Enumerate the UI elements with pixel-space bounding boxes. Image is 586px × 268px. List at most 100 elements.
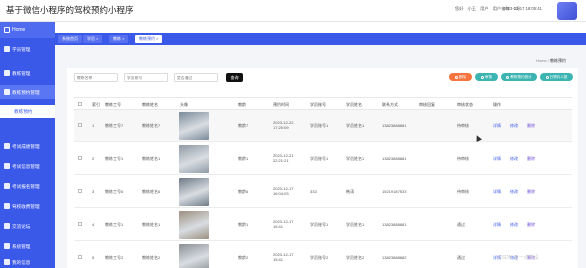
audit-icon: [480, 75, 484, 79]
tab-coach[interactable]: 教练 ×: [109, 35, 129, 43]
row-time: 2023-12-21 22:21:21: [273, 153, 294, 163]
row-coach-name: 教练姓名7: [142, 123, 161, 128]
chart-icon: [506, 75, 510, 79]
top-bar: 基于微信小程序的驾校预约小程序 您好 小王 用户 用户名称 2号 2023-12…: [0, 0, 586, 22]
col-index: 索引: [92, 102, 100, 107]
row-checkbox[interactable]: [78, 222, 82, 226]
row-student-name: 学员姓名1: [346, 222, 365, 227]
sidebar-item-label: 考试报名管理: [12, 183, 40, 189]
booking-stats-button[interactable]: 教练预约统计: [501, 73, 537, 81]
sidebar-item-label: 考试信息管理: [12, 163, 40, 169]
coach-photo[interactable]: [179, 211, 209, 239]
watermark: CSDN @一点毕设: [498, 255, 539, 261]
row-delete-link[interactable]: 删除: [527, 123, 535, 129]
datetime: 2023-12-17 16:05:41: [503, 6, 542, 11]
sidebar-subitem-coach-booking[interactable]: 教练预约: [0, 105, 55, 118]
row-years: 教龄1: [238, 222, 249, 227]
row-edit-link[interactable]: 修改: [510, 222, 518, 228]
list-panel: 查询 删除 审核 教练预约统计 日预约人数 索引 教练工号 教练姓名 头像 教龄…: [67, 68, 578, 268]
sidebar-item-coach-booking[interactable]: 教练预约管理: [0, 85, 55, 99]
daily-count-button-label: 日预约人数: [549, 75, 568, 79]
row-detail-link[interactable]: 详情: [493, 222, 501, 228]
row-student-id: 学员账号1: [310, 222, 329, 227]
tab-home[interactable]: 系统首页: [58, 35, 82, 43]
col-phone: 联系方式: [382, 102, 398, 107]
delete-button[interactable]: 删除: [449, 73, 472, 81]
tab-student[interactable]: 学员 ×: [83, 35, 103, 43]
grid-icon: [4, 89, 10, 95]
row-detail-link[interactable]: 详情: [493, 189, 501, 195]
sidebar-item-student[interactable]: 学员管理: [0, 42, 55, 56]
sidebar: Home 学员管理 教练管理 教练预约管理 教练预约 考试成绩管理 考试信息管理…: [0, 22, 55, 268]
main-content: Home / 教练预约 查询 删除 审核 教练预约统计 日预约人数 索引 教练工…: [55, 45, 586, 268]
coach-photo[interactable]: [179, 112, 209, 140]
tab-coach-booking[interactable]: 教练预约 ×: [135, 35, 163, 43]
row-checkbox[interactable]: [78, 123, 82, 127]
row-delete-link[interactable]: 删除: [527, 189, 535, 195]
search-button[interactable]: 查询: [226, 73, 243, 82]
sidebar-item-profile[interactable]: 我的信息: [0, 255, 55, 268]
sidebar-item-coach[interactable]: 教练管理: [0, 66, 55, 80]
grid-icon: [4, 46, 10, 52]
row-edit-link[interactable]: 修改: [510, 123, 518, 129]
row-index: 4: [92, 222, 95, 227]
breadcrumb-home[interactable]: Home: [536, 58, 547, 63]
delete-icon: [454, 75, 458, 79]
sidebar-item-forum[interactable]: 交流论坛: [0, 219, 55, 233]
row-coach-id: 教练工号1: [105, 156, 124, 161]
sidebar-item-exam-info[interactable]: 考试信息管理: [0, 159, 55, 173]
col-years: 教龄: [238, 102, 246, 107]
col-coach-id: 教练工号: [105, 102, 121, 107]
table-row[interactable]: 3 教练工号6 教练姓名6 教龄6 2023-12-17 16:04:03 333 韩涛 15…: [74, 176, 572, 208]
sidebar-item-exam-score[interactable]: 考试成绩管理: [0, 139, 55, 153]
avatar[interactable]: [557, 2, 577, 20]
row-student-name: 学员姓名2: [346, 255, 365, 260]
row-delete-link[interactable]: 删除: [527, 222, 535, 228]
row-edit-link[interactable]: 修改: [510, 189, 518, 195]
row-checkbox[interactable]: [78, 189, 82, 193]
col-status: 审核状态: [457, 102, 473, 107]
row-coach-name: 教练姓名2: [142, 255, 161, 260]
daily-count-button[interactable]: 日预约人数: [540, 73, 573, 81]
table-row[interactable]: 2 教练工号1 教练姓名1 教龄1 2023-12-21 22:21:21 学员账号1 学员…: [74, 143, 572, 175]
user-icon: [4, 259, 10, 265]
select-all-checkbox[interactable]: [78, 102, 82, 106]
flag-icon: [4, 143, 10, 149]
row-delete-link[interactable]: 删除: [527, 156, 535, 162]
col-ops: 操作: [493, 102, 501, 107]
row-status: 通过: [457, 222, 465, 227]
coach-photo[interactable]: [179, 244, 209, 268]
sidebar-item-exam-signup[interactable]: 考试报名管理: [0, 179, 55, 193]
sidebar-item-fees[interactable]: 驾校收费管理: [0, 199, 55, 213]
row-coach-id: 教练工号6: [105, 189, 124, 194]
approval-status-input[interactable]: [174, 73, 218, 82]
app-title: 基于微信小程序的驾校预约小程序: [6, 5, 134, 15]
table-row[interactable]: 1 教练工号7 教练姓名7 教龄7 2023-12-22 17:20:09 学员账号1 学员…: [74, 110, 572, 142]
row-index: 3: [92, 189, 95, 194]
sidebar-item-system[interactable]: 系统管理: [0, 239, 55, 253]
table-row[interactable]: 4 教练工号1 教练姓名1 教龄1 2023-12-17 15:41 学员账号1 学员姓名1…: [74, 209, 572, 241]
row-time: 2023-12-22 17:20:09: [273, 120, 294, 130]
row-years: 教龄2: [238, 255, 249, 260]
coach-photo[interactable]: [179, 178, 209, 206]
row-coach-id: 教练工号7: [105, 123, 124, 128]
sidebar-item-label: 考试成绩管理: [12, 143, 40, 149]
row-checkbox[interactable]: [78, 255, 82, 259]
row-student-id: 学员账号1: [310, 156, 329, 161]
col-student-id: 学员账号: [310, 102, 326, 107]
row-student-id: 学员账号2: [310, 255, 329, 260]
row-detail-link[interactable]: 详情: [493, 123, 501, 129]
breadcrumb-current: 教练预约: [550, 58, 567, 63]
coach-photo[interactable]: [179, 145, 209, 173]
row-student-id: 333: [310, 189, 317, 194]
row-detail-link[interactable]: 详情: [493, 156, 501, 162]
row-student-name: 学员姓名1: [346, 156, 365, 161]
row-checkbox[interactable]: [78, 156, 82, 160]
row-edit-link[interactable]: 修改: [510, 156, 518, 162]
sidebar-home[interactable]: Home: [0, 22, 55, 38]
student-account-input[interactable]: [124, 73, 168, 82]
audit-button[interactable]: 审核: [475, 73, 498, 81]
coach-name-input[interactable]: [74, 73, 118, 82]
user-info-text-0: 您好: [455, 6, 464, 11]
grid-icon: [4, 203, 10, 209]
